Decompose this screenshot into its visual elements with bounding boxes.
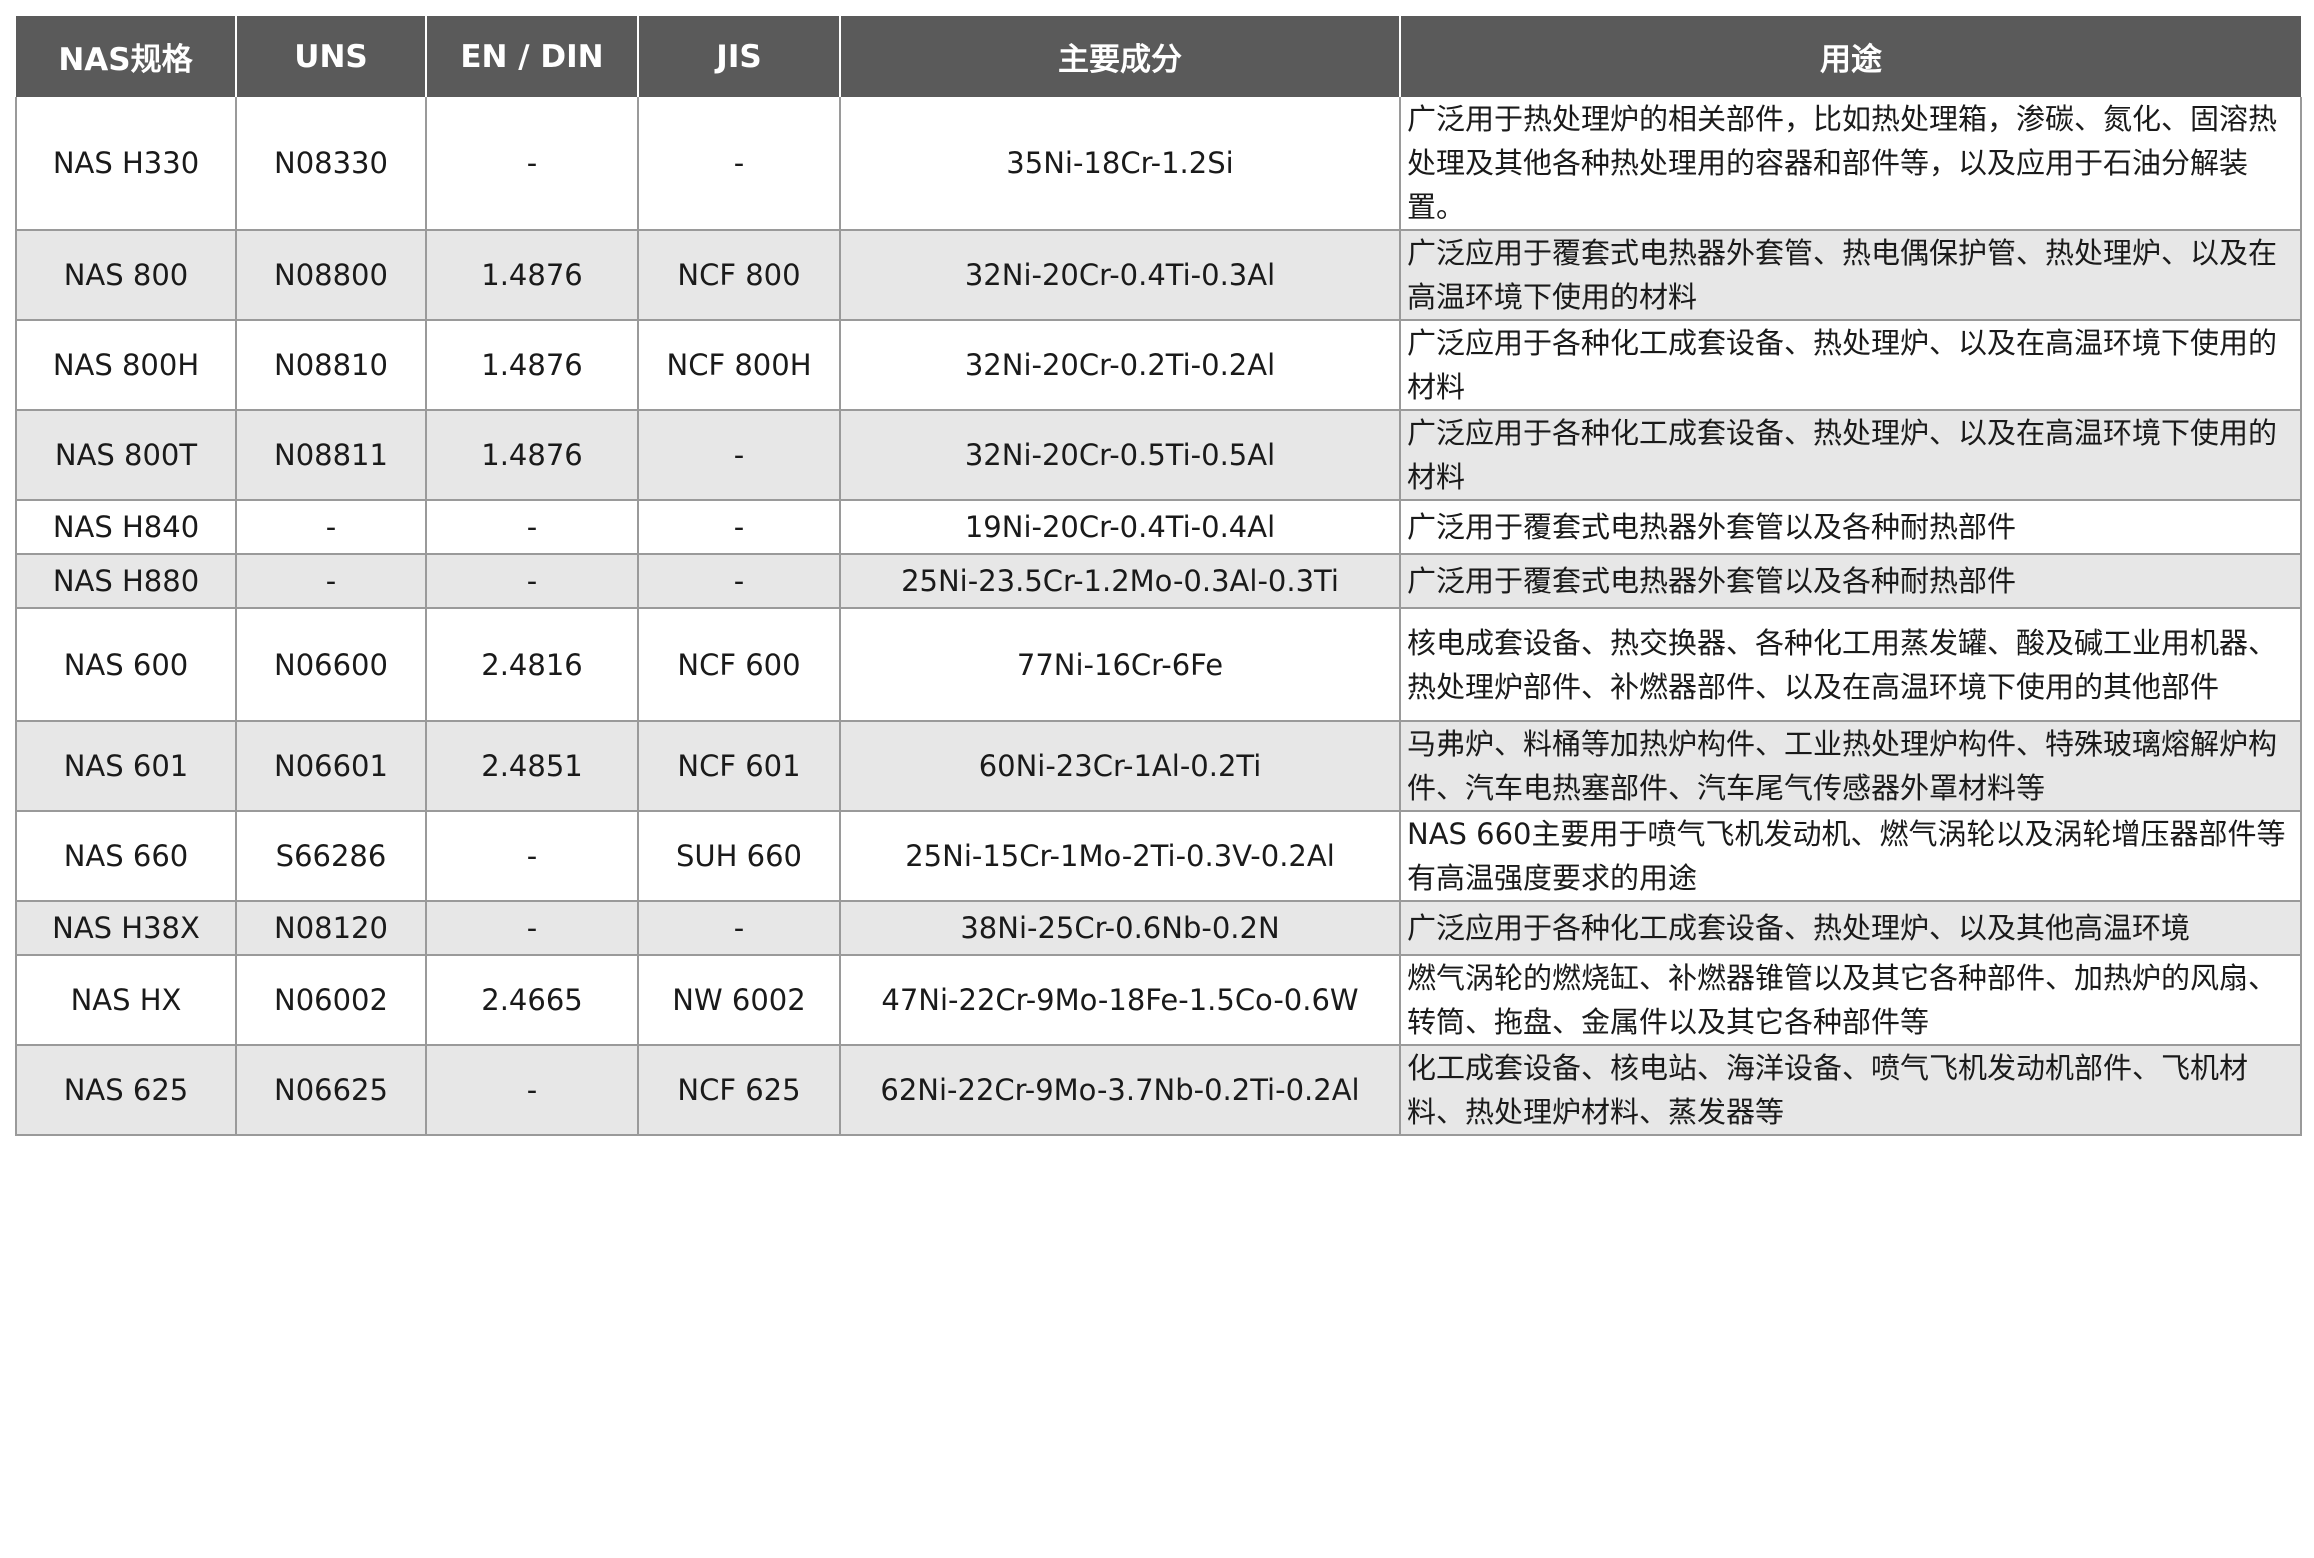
cell-usage: 广泛应用于覆套式电热器外套管、热电偶保护管、热处理炉、以及在高温环境下使用的材料 <box>1399 230 2302 321</box>
cell-en-din: - <box>425 1045 639 1136</box>
cell-en-din: 2.4665 <box>425 955 639 1046</box>
table-row: NAS 625 N06625- NCF 625 62Ni-22Cr-9Mo-3.7Nb… <box>15 1045 2302 1136</box>
cell-composition: 35Ni-18Cr-1.2Si <box>839 97 1401 231</box>
cell-nas: NAS HX <box>15 955 237 1046</box>
cell-usage: 广泛用于热处理炉的相关部件，比如热处理箱，渗碳、氮化、固溶热处理及其他各种热处理… <box>1399 97 2302 231</box>
cell-composition: 19Ni-20Cr-0.4Ti-0.4Al <box>839 500 1401 555</box>
cell-en-din: - <box>425 901 639 956</box>
cell-nas: NAS 625 <box>15 1045 237 1136</box>
cell-nas: NAS 660 <box>15 811 237 902</box>
cell-uns: N08810 <box>235 320 427 411</box>
cell-jis: NW 6002 <box>637 955 841 1046</box>
cell-usage: NAS 660主要用于喷气飞机发动机、燃气涡轮以及涡轮增压器部件等有高温强度要求… <box>1399 811 2302 902</box>
cell-usage: 化工成套设备、核电站、海洋设备、喷气飞机发动机部件、飞机材料、热处理炉材料、蒸发… <box>1399 1045 2302 1136</box>
cell-usage: 马弗炉、料桶等加热炉构件、工业热处理炉构件、特殊玻璃熔解炉构件、汽车电热塞部件、… <box>1399 721 2302 812</box>
table-row: NAS H880- - -25Ni-23.5Cr-1.2Mo-0.3Al-0.3Ti… <box>15 554 2302 609</box>
table-row: NAS 800H N08810 1.4876 NCF 800H 32Ni-20Cr-0.… <box>15 320 2302 411</box>
cell-uns: N06002 <box>235 955 427 1046</box>
table-row: NAS H38X N08120- -38Ni-25Cr-0.6Nb-0.2N 广泛应用… <box>15 901 2302 956</box>
cell-en-din: 1.4876 <box>425 320 639 411</box>
cell-usage: 广泛应用于各种化工成套设备、热处理炉、以及在高温环境下使用的材料 <box>1399 320 2302 411</box>
cell-uns: - <box>235 500 427 555</box>
cell-nas: NAS H840 <box>15 500 237 555</box>
cell-composition: 25Ni-23.5Cr-1.2Mo-0.3Al-0.3Ti <box>839 554 1401 609</box>
alloy-spec-table: NAS规格 UNS EN / DIN JIS 主要成分 用途 NAS H330 N… <box>15 16 2302 1136</box>
cell-jis: - <box>637 901 841 956</box>
cell-en-din: 1.4876 <box>425 230 639 321</box>
cell-nas: NAS 600 <box>15 608 237 722</box>
cell-nas: NAS 800T <box>15 410 237 501</box>
cell-jis: NCF 600 <box>637 608 841 722</box>
cell-composition: 32Ni-20Cr-0.4Ti-0.3Al <box>839 230 1401 321</box>
cell-en-din: - <box>425 554 639 609</box>
cell-uns: N08120 <box>235 901 427 956</box>
cell-uns: S66286 <box>235 811 427 902</box>
cell-composition: 47Ni-22Cr-9Mo-18Fe-1.5Co-0.6W <box>839 955 1401 1046</box>
header-composition: 主要成分 <box>839 16 1400 97</box>
cell-jis: NCF 601 <box>637 721 841 812</box>
cell-uns: N08811 <box>235 410 427 501</box>
cell-jis: SUH 660 <box>637 811 841 902</box>
cell-en-din: 2.4816 <box>425 608 639 722</box>
cell-composition: 32Ni-20Cr-0.2Ti-0.2Al <box>839 320 1401 411</box>
cell-composition: 62Ni-22Cr-9Mo-3.7Nb-0.2Ti-0.2Al <box>839 1045 1401 1136</box>
cell-usage: 燃气涡轮的燃烧缸、补燃器锥管以及其它各种部件、加热炉的风扇、转筒、拖盘、金属件以… <box>1399 955 2302 1046</box>
cell-nas: NAS H880 <box>15 554 237 609</box>
header-nas: NAS规格 <box>16 16 236 97</box>
cell-en-din: - <box>425 811 639 902</box>
header-row: NAS规格 UNS EN / DIN JIS 主要成分 用途 <box>16 16 2301 97</box>
table-row: NAS H840- - -19Ni-20Cr-0.4Ti-0.4Al 广泛用于覆套式电… <box>15 500 2302 555</box>
cell-composition: 38Ni-25Cr-0.6Nb-0.2N <box>839 901 1401 956</box>
header-usage: 用途 <box>1399 16 2301 97</box>
cell-en-din: 1.4876 <box>425 410 639 501</box>
cell-composition: 60Ni-23Cr-1Al-0.2Ti <box>839 721 1401 812</box>
table-row: NAS 800 N08800 1.4876 NCF 800 32Ni-20Cr-0.4T… <box>15 230 2302 321</box>
cell-usage: 广泛用于覆套式电热器外套管以及各种耐热部件 <box>1399 500 2302 555</box>
cell-nas: NAS 601 <box>15 721 237 812</box>
cell-composition: 32Ni-20Cr-0.5Ti-0.5Al <box>839 410 1401 501</box>
cell-jis: NCF 800 <box>637 230 841 321</box>
cell-nas: NAS H330 <box>15 97 237 231</box>
cell-uns: - <box>235 554 427 609</box>
cell-jis: - <box>637 97 841 231</box>
cell-nas: NAS 800 <box>15 230 237 321</box>
cell-usage: 广泛用于覆套式电热器外套管以及各种耐热部件 <box>1399 554 2302 609</box>
cell-jis: NCF 625 <box>637 1045 841 1136</box>
header-en-din: EN / DIN <box>425 16 638 97</box>
table-row: NAS HX N06002 2.4665 NW 6002 47Ni-22Cr-9Mo-1… <box>15 955 2302 1046</box>
cell-uns: N06625 <box>235 1045 427 1136</box>
cell-nas: NAS H38X <box>15 901 237 956</box>
cell-composition: 25Ni-15Cr-1Mo-2Ti-0.3V-0.2Al <box>839 811 1401 902</box>
cell-usage: 核电成套设备、热交换器、各种化工用蒸发罐、酸及碱工业用机器、热处理炉部件、补燃器… <box>1399 608 2302 722</box>
table-row: NAS H330 N08330- -35Ni-18Cr-1.2Si 广泛用于热处理炉的… <box>15 97 2302 231</box>
cell-nas: NAS 800H <box>15 320 237 411</box>
cell-jis: NCF 800H <box>637 320 841 411</box>
cell-uns: N06600 <box>235 608 427 722</box>
table-row: NAS 800T N08811 1.4876-32Ni-20Cr-0.5Ti-0.5… <box>15 410 2302 501</box>
cell-en-din: - <box>425 500 639 555</box>
table-row: NAS 660 S66286- SUH 660 25Ni-15Cr-1Mo-2Ti-0… <box>15 811 2302 902</box>
header-uns: UNS <box>235 16 426 97</box>
cell-uns: N06601 <box>235 721 427 812</box>
table-row: NAS 600 N06600 2.4816 NCF 600 77Ni-16Cr-6Fe 核… <box>15 608 2302 722</box>
cell-jis: - <box>637 554 841 609</box>
cell-jis: - <box>637 500 841 555</box>
cell-en-din: - <box>425 97 639 231</box>
header-jis: JIS <box>637 16 840 97</box>
cell-jis: - <box>637 410 841 501</box>
cell-usage: 广泛应用于各种化工成套设备、热处理炉、以及其他高温环境 <box>1399 901 2302 956</box>
cell-uns: N08800 <box>235 230 427 321</box>
cell-uns: N08330 <box>235 97 427 231</box>
table-row: NAS 601 N06601 2.4851 NCF 601 60Ni-23Cr-1Al-… <box>15 721 2302 812</box>
cell-usage: 广泛应用于各种化工成套设备、热处理炉、以及在高温环境下使用的材料 <box>1399 410 2302 501</box>
cell-composition: 77Ni-16Cr-6Fe <box>839 608 1401 722</box>
cell-en-din: 2.4851 <box>425 721 639 812</box>
